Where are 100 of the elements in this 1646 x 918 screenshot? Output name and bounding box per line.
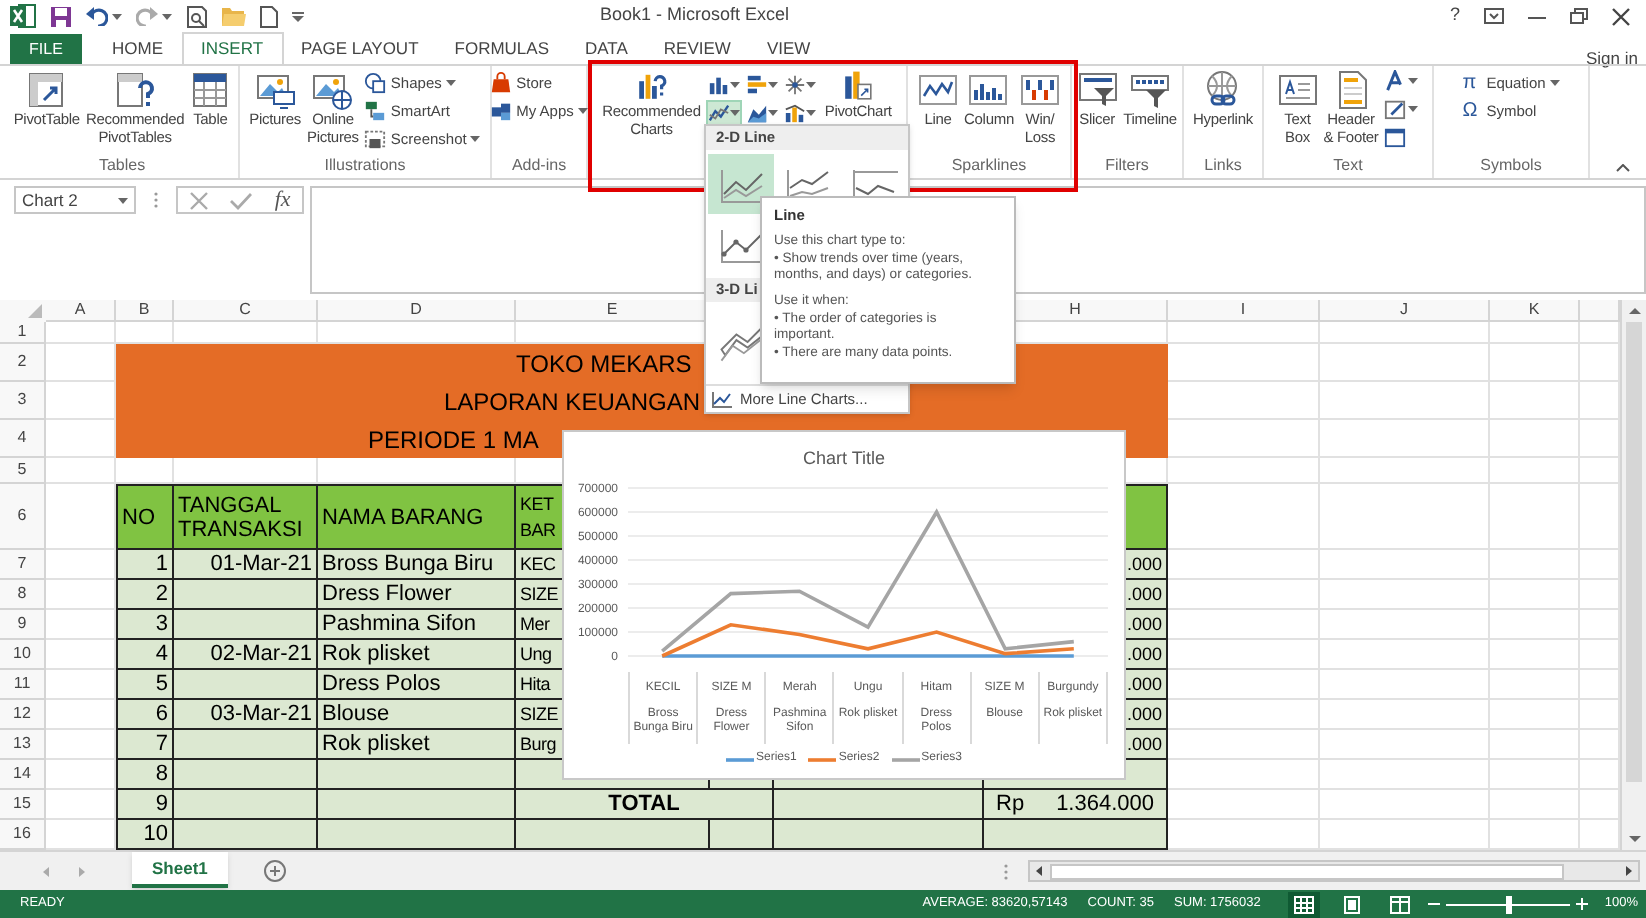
win-loss-icon bbox=[1019, 70, 1060, 110]
row-header[interactable]: 7 bbox=[0, 550, 46, 580]
column-header[interactable]: B bbox=[116, 300, 174, 322]
chart-type-button[interactable] bbox=[782, 100, 819, 126]
row-header[interactable]: 16 bbox=[0, 820, 46, 850]
group-label: Symbols bbox=[1480, 156, 1542, 174]
shapes-icon bbox=[364, 72, 387, 94]
zoom-thumb[interactable] bbox=[1506, 895, 1513, 913]
restore-icon[interactable] bbox=[1570, 8, 1588, 24]
bar-chart-icon bbox=[746, 74, 769, 96]
row-header[interactable]: 9 bbox=[0, 610, 46, 640]
column-header[interactable]: A bbox=[46, 300, 116, 322]
row-header[interactable]: 1 bbox=[0, 322, 46, 344]
row-header[interactable]: 13 bbox=[0, 730, 46, 760]
row-header[interactable]: 3 bbox=[0, 382, 46, 420]
scroll-thumb[interactable] bbox=[1049, 863, 1564, 879]
window-title: Book1 - Microsoft Excel bbox=[600, 2, 792, 29]
grid-cell bbox=[1490, 550, 1580, 580]
ribbon-tab[interactable]: DATA bbox=[567, 32, 646, 64]
column-header[interactable]: J bbox=[1320, 300, 1490, 322]
ribbon-tab[interactable]: HOME bbox=[94, 32, 181, 64]
sparkline-column-icon bbox=[968, 70, 1009, 110]
drag-handle-icon[interactable] bbox=[1003, 863, 1008, 879]
insert-function-button[interactable]: fx bbox=[274, 183, 291, 217]
row-header[interactable]: 12 bbox=[0, 700, 46, 730]
zoom-in-icon[interactable] bbox=[1576, 898, 1589, 910]
row-header[interactable]: 5 bbox=[0, 458, 46, 484]
table-cell: NO bbox=[116, 484, 174, 550]
ribbon-tab[interactable]: INSERT bbox=[181, 32, 284, 64]
row-header[interactable]: 8 bbox=[0, 580, 46, 610]
table-cell: TANGGAL TRANSAKSI bbox=[174, 484, 318, 550]
column-header[interactable]: I bbox=[1168, 300, 1320, 322]
globe-picture-icon bbox=[312, 70, 353, 110]
table-cell bbox=[174, 730, 318, 760]
ribbon-tab[interactable]: VIEW bbox=[748, 32, 829, 64]
save-icon[interactable] bbox=[50, 5, 72, 27]
table-cell bbox=[174, 790, 318, 820]
chart-type-button[interactable] bbox=[706, 72, 743, 98]
ribbon-tab[interactable]: REVIEW bbox=[645, 32, 749, 64]
grid-cell bbox=[1490, 322, 1580, 344]
column-header[interactable]: K bbox=[1490, 300, 1580, 322]
customize-icon[interactable] bbox=[292, 11, 304, 21]
spreadsheet-logo-icon[interactable] bbox=[10, 4, 36, 28]
chart-type-button[interactable] bbox=[744, 100, 781, 126]
table-cell: 10 bbox=[116, 820, 174, 850]
picture-icon bbox=[255, 70, 296, 110]
row-header[interactable]: 6 bbox=[0, 484, 46, 550]
chart-type-button[interactable] bbox=[706, 100, 743, 126]
close-icon[interactable] bbox=[1612, 7, 1630, 25]
chart-title: Chart Title bbox=[802, 446, 885, 472]
name-box[interactable]: Chart 2 bbox=[14, 186, 136, 214]
page-break-icon bbox=[1390, 895, 1411, 913]
row-header[interactable]: 10 bbox=[0, 640, 46, 670]
caret-icon bbox=[768, 110, 779, 116]
zoom-out-icon[interactable] bbox=[1428, 898, 1441, 910]
row-header[interactable]: 14 bbox=[0, 760, 46, 790]
chart-type-button[interactable] bbox=[744, 72, 781, 98]
undo-icon[interactable] bbox=[86, 6, 108, 26]
table-question-icon bbox=[115, 70, 156, 110]
drag-handle-icon bbox=[154, 192, 158, 208]
sheet-tab[interactable]: Sheet1 bbox=[132, 852, 228, 888]
caret-icon bbox=[730, 82, 741, 88]
ribbon-options-icon[interactable] bbox=[1484, 8, 1504, 24]
ribbon-button[interactable] bbox=[1384, 98, 1419, 120]
group-label: Filters bbox=[1105, 156, 1149, 174]
column-header[interactable]: D bbox=[318, 300, 516, 322]
sheet-title: LAPORAN KEUANGAN bbox=[444, 385, 701, 419]
column-header[interactable]: E bbox=[516, 300, 710, 322]
chart-question-icon bbox=[635, 70, 668, 102]
table-cell bbox=[174, 670, 318, 700]
ribbon-tab[interactable]: PAGE LAYOUT bbox=[283, 32, 437, 64]
row-header[interactable]: 15 bbox=[0, 790, 46, 820]
help-button[interactable]: ? bbox=[1449, 2, 1460, 30]
add-sheet-icon[interactable] bbox=[263, 860, 286, 882]
chart-type-button[interactable] bbox=[782, 72, 819, 98]
chart-option[interactable] bbox=[708, 154, 774, 214]
grid-cell bbox=[1490, 382, 1580, 420]
sign-in-link[interactable]: Sign in bbox=[1586, 45, 1638, 71]
row-header[interactable]: 4 bbox=[0, 420, 46, 458]
new-document-icon[interactable] bbox=[260, 5, 278, 27]
grid-cell bbox=[1490, 344, 1580, 382]
wordart-icon bbox=[1384, 70, 1407, 92]
ribbon-button[interactable] bbox=[1384, 70, 1419, 92]
ribbon-tab[interactable]: FILE bbox=[10, 34, 82, 64]
check-icon[interactable] bbox=[230, 191, 253, 209]
legend-swatch bbox=[808, 755, 837, 763]
row-header[interactable]: 2 bbox=[0, 344, 46, 382]
table-cell: 4 bbox=[116, 640, 174, 670]
table-cell bbox=[710, 820, 774, 850]
row-header[interactable]: 11 bbox=[0, 670, 46, 700]
group-label: Tables bbox=[98, 156, 146, 174]
view-button[interactable] bbox=[1288, 891, 1321, 917]
ribbon-tab[interactable]: FORMULAS bbox=[436, 32, 567, 64]
chart-area[interactable] bbox=[562, 430, 1126, 780]
grid-cell bbox=[46, 322, 116, 344]
collapse-icon[interactable] bbox=[1616, 164, 1630, 172]
scroll-thumb[interactable] bbox=[1626, 322, 1642, 782]
print-preview-icon[interactable] bbox=[186, 5, 208, 27]
column-header[interactable]: C bbox=[174, 300, 318, 322]
text-box-icon bbox=[1277, 70, 1318, 110]
